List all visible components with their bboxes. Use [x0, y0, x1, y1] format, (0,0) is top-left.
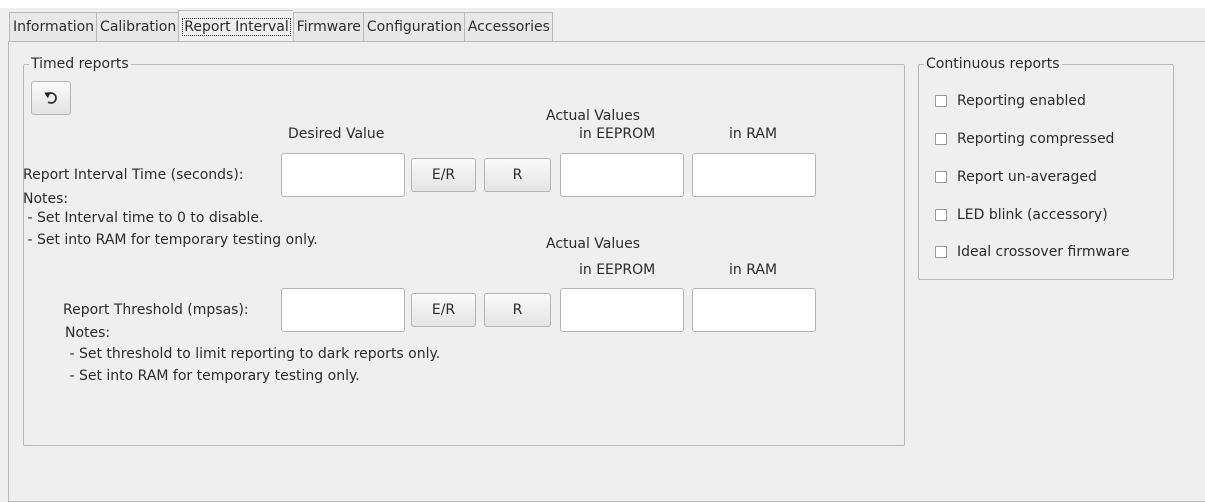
led-blink-checkbox[interactable]: LED blink (accessory) — [935, 207, 1108, 223]
interval-ram-field[interactable] — [692, 153, 816, 197]
interval-eeprom-header: in EEPROM — [579, 126, 656, 142]
report-threshold-label: Report Threshold (mpsas): — [63, 302, 249, 318]
threshold-note-1: - Set threshold to limit reporting to da… — [65, 346, 441, 362]
threshold-actual-values-header: Actual Values — [546, 236, 641, 252]
reporting-compressed-checkbox[interactable]: Reporting compressed — [935, 131, 1114, 147]
threshold-r-button[interactable]: R — [484, 293, 551, 327]
tab-information[interactable]: Information — [9, 12, 97, 41]
threshold-eeprom-header: in EEPROM — [579, 262, 656, 278]
reporting-enabled-label: Reporting enabled — [957, 93, 1086, 109]
report-unaveraged-label: Report un-averaged — [957, 169, 1097, 185]
continuous-reports-group: Continuous reports Reporting enabled Rep… — [918, 55, 1174, 280]
report-interval-label: Report Interval Time (seconds): — [23, 167, 244, 183]
tab-firmware[interactable]: Firmware — [292, 12, 363, 41]
interval-note-2: - Set into RAM for temporary testing onl… — [23, 232, 318, 248]
tab-report-interval[interactable]: Report Interval — [178, 10, 293, 41]
interval-eeprom-field[interactable] — [560, 153, 684, 197]
ideal-crossover-checkbox[interactable]: Ideal crossover firmware — [935, 244, 1130, 260]
threshold-ram-field[interactable] — [692, 288, 816, 332]
interval-note-1: - Set Interval time to 0 to disable. — [23, 210, 264, 226]
interval-notes-title: Notes: — [23, 191, 69, 207]
tab-bar: Information Calibration Report Interval … — [9, 10, 553, 41]
threshold-note-2: - Set into RAM for temporary testing onl… — [65, 368, 360, 384]
reporting-compressed-label: Reporting compressed — [957, 131, 1115, 147]
interval-r-button[interactable]: R — [484, 158, 551, 192]
reporting-enabled-box[interactable] — [935, 95, 947, 107]
ideal-crossover-box[interactable] — [935, 246, 947, 258]
report-unaveraged-box[interactable] — [935, 171, 947, 183]
threshold-notes-title: Notes: — [65, 325, 111, 341]
report-interval-pane: Timed reports Desired Value Actual Value… — [8, 41, 1205, 502]
tab-report-interval-label: Report Interval — [182, 18, 291, 36]
threshold-desired-input[interactable] — [281, 288, 405, 332]
undo-icon — [44, 92, 57, 104]
interval-desired-input[interactable] — [281, 153, 405, 197]
tab-configuration[interactable]: Configuration — [362, 12, 464, 41]
reporting-compressed-box[interactable] — [935, 133, 947, 145]
timed-reports-group: Timed reports Desired Value Actual Value… — [23, 55, 905, 446]
reporting-enabled-checkbox[interactable]: Reporting enabled — [935, 93, 1086, 109]
timed-reports-title: Timed reports — [29, 55, 131, 73]
top-strip — [0, 0, 1205, 8]
tab-accessories[interactable]: Accessories — [463, 12, 553, 41]
threshold-ram-header: in RAM — [729, 262, 778, 278]
led-blink-label: LED blink (accessory) — [957, 207, 1108, 223]
tab-calibration[interactable]: Calibration — [96, 12, 179, 41]
led-blink-box[interactable] — [935, 209, 947, 221]
interval-ram-header: in RAM — [729, 126, 778, 142]
ideal-crossover-label: Ideal crossover firmware — [957, 244, 1130, 260]
interval-actual-values-header: Actual Values — [546, 108, 641, 124]
report-unaveraged-checkbox[interactable]: Report un-averaged — [935, 169, 1097, 185]
desired-value-header: Desired Value — [288, 126, 385, 142]
undo-button[interactable] — [31, 81, 71, 115]
continuous-reports-title: Continuous reports — [924, 55, 1062, 73]
interval-er-button[interactable]: E/R — [411, 158, 476, 192]
threshold-er-button[interactable]: E/R — [411, 293, 476, 327]
threshold-eeprom-field[interactable] — [560, 288, 684, 332]
report-interval-window: Information Calibration Report Interval … — [0, 0, 1205, 502]
